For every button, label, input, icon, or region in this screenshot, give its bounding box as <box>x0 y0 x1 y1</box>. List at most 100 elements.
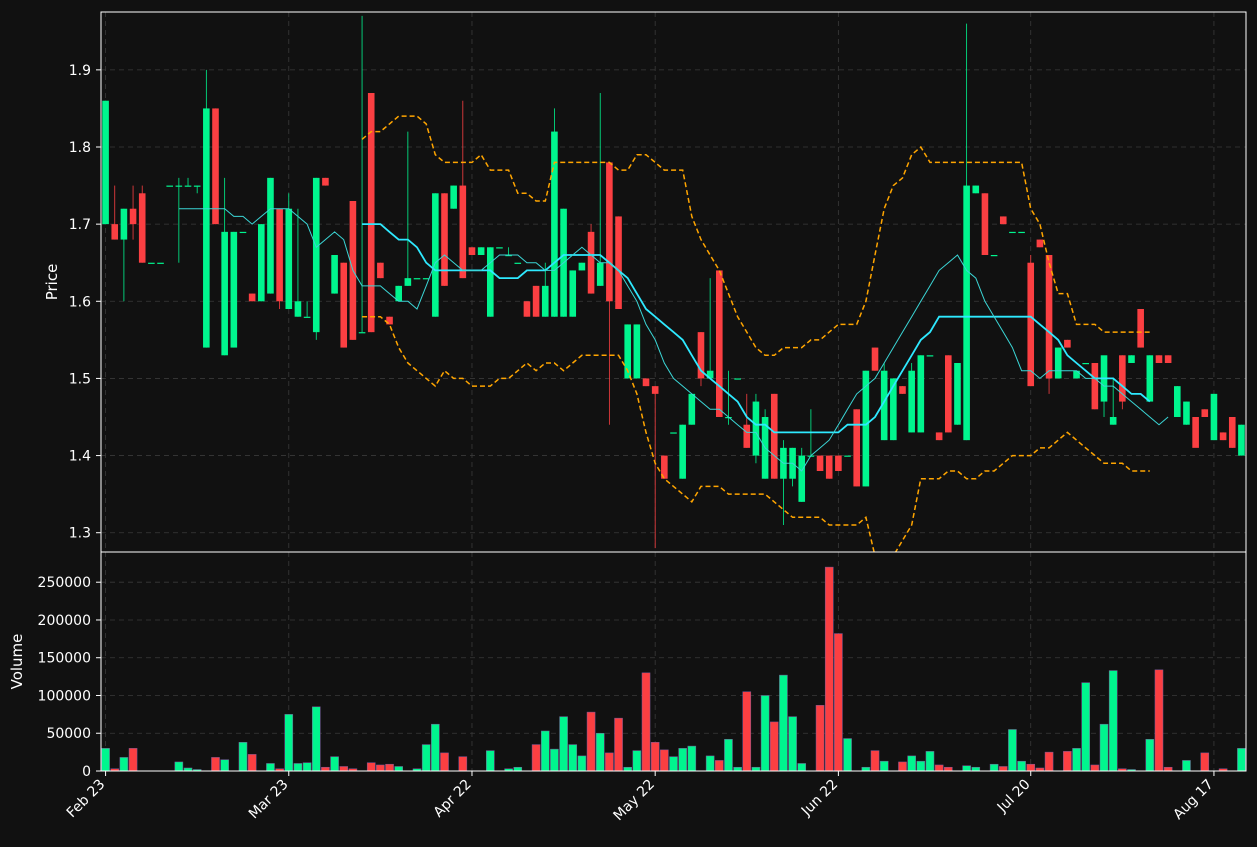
candle-body <box>899 386 906 394</box>
volume-bar <box>1237 748 1246 771</box>
xtick-label: Mar 23 <box>246 777 292 823</box>
candle-body <box>523 301 531 317</box>
candle-body <box>1155 355 1163 363</box>
volume-bar <box>623 766 632 771</box>
volume-ytick-label: 150000 <box>38 651 91 667</box>
candle-body <box>285 208 293 309</box>
candle-body <box>303 316 311 318</box>
volume-bar <box>944 766 953 771</box>
candle-body <box>1210 393 1218 441</box>
volume-bar <box>330 756 339 771</box>
candle-body <box>340 262 348 348</box>
volume-bar <box>1163 766 1173 771</box>
grid-lines <box>101 12 1246 772</box>
candle-body <box>716 270 723 417</box>
volume-ytick-label: 50000 <box>46 726 91 742</box>
candle-body <box>532 285 540 317</box>
candle-body <box>1036 239 1044 248</box>
volume-bar <box>998 766 1008 771</box>
candle-body <box>743 424 751 448</box>
volume-bar <box>540 730 550 771</box>
candle-body <box>441 193 448 286</box>
volume-bar <box>715 760 724 771</box>
candle-body <box>1146 355 1154 402</box>
candle-body <box>1174 386 1181 417</box>
volume-bar <box>1145 739 1155 771</box>
chart-svg: 1.3 1.4 1.5 1.6 1.7 1.8 1.9 0 50000 100000 150000 2… <box>8 11 1254 824</box>
candle-body <box>908 370 915 433</box>
volume-bar <box>879 760 889 771</box>
volume-bar <box>614 717 623 771</box>
volume-bar <box>1081 682 1090 771</box>
volume-bar <box>486 750 495 771</box>
candle-body <box>963 185 970 441</box>
volume-bar <box>1017 760 1026 771</box>
candle-body <box>1045 255 1053 379</box>
candle-body <box>1128 355 1135 363</box>
volume-bar <box>1200 752 1210 771</box>
volume-bar <box>824 566 834 771</box>
candle-body <box>294 301 302 317</box>
candle-body <box>312 177 320 333</box>
candle-body <box>514 262 522 264</box>
candle-body <box>331 255 338 294</box>
candle-body <box>587 231 595 294</box>
volume-ytick-label: 0 <box>82 764 91 780</box>
volume-bar <box>797 763 807 771</box>
candle-body <box>926 355 934 357</box>
volume-ytick-label: 250000 <box>38 575 91 591</box>
volume-ylabel: Volume <box>8 634 26 690</box>
volume-axes-frame <box>100 551 1247 772</box>
volume-bar <box>385 763 394 771</box>
candle-body <box>413 278 421 280</box>
volume-bar <box>898 761 907 771</box>
volume-bar <box>174 761 184 771</box>
chart-figure: 1.3 1.4 1.5 1.6 1.7 1.8 1.9 0 50000 100000 150000 2… <box>0 0 1257 842</box>
volume-bar <box>366 762 376 771</box>
volume-bar <box>669 756 678 771</box>
volume-bar <box>531 744 541 771</box>
volume-bar <box>339 766 349 771</box>
candle-body <box>954 363 961 425</box>
candle-body <box>230 231 238 348</box>
candle-body <box>1054 347 1062 379</box>
candle-body <box>541 285 549 317</box>
volume-bar <box>1090 764 1100 771</box>
price-ytick-label: 1.6 <box>69 294 91 310</box>
volume-bar <box>650 742 660 771</box>
candle-body <box>1009 231 1016 234</box>
volume-bar <box>1182 760 1191 771</box>
volume-bar <box>376 764 385 771</box>
volume-bar <box>769 721 779 771</box>
candle-body <box>816 455 824 471</box>
candle-body <box>102 100 109 225</box>
volume-bar <box>128 748 138 771</box>
candle-body <box>853 409 860 487</box>
candle-body <box>972 185 980 194</box>
candle-body <box>551 131 558 317</box>
candle-body <box>203 108 210 348</box>
candle-body <box>148 262 155 264</box>
volume-bar <box>577 755 587 771</box>
candle-body <box>945 355 952 433</box>
price-ytick-label: 1.5 <box>69 371 91 387</box>
candle-body <box>1183 401 1190 425</box>
candle-body <box>825 455 833 479</box>
volume-bar <box>321 766 330 771</box>
candle-body <box>1247 425 1254 426</box>
candle-body <box>981 193 989 255</box>
candle-body <box>468 247 476 255</box>
candle-body <box>835 455 842 471</box>
volume-bar <box>293 763 303 771</box>
candle-body <box>175 185 183 187</box>
volume-bar <box>1026 763 1036 771</box>
volume-bar <box>513 766 523 771</box>
candle-body <box>1119 355 1126 402</box>
volume-bar <box>1099 723 1109 771</box>
candle-body <box>798 455 806 502</box>
candle-body <box>487 247 494 317</box>
candlesticks <box>102 15 1254 549</box>
candle-body <box>276 208 283 302</box>
candle-body <box>1018 231 1025 234</box>
candle-body <box>670 432 677 434</box>
